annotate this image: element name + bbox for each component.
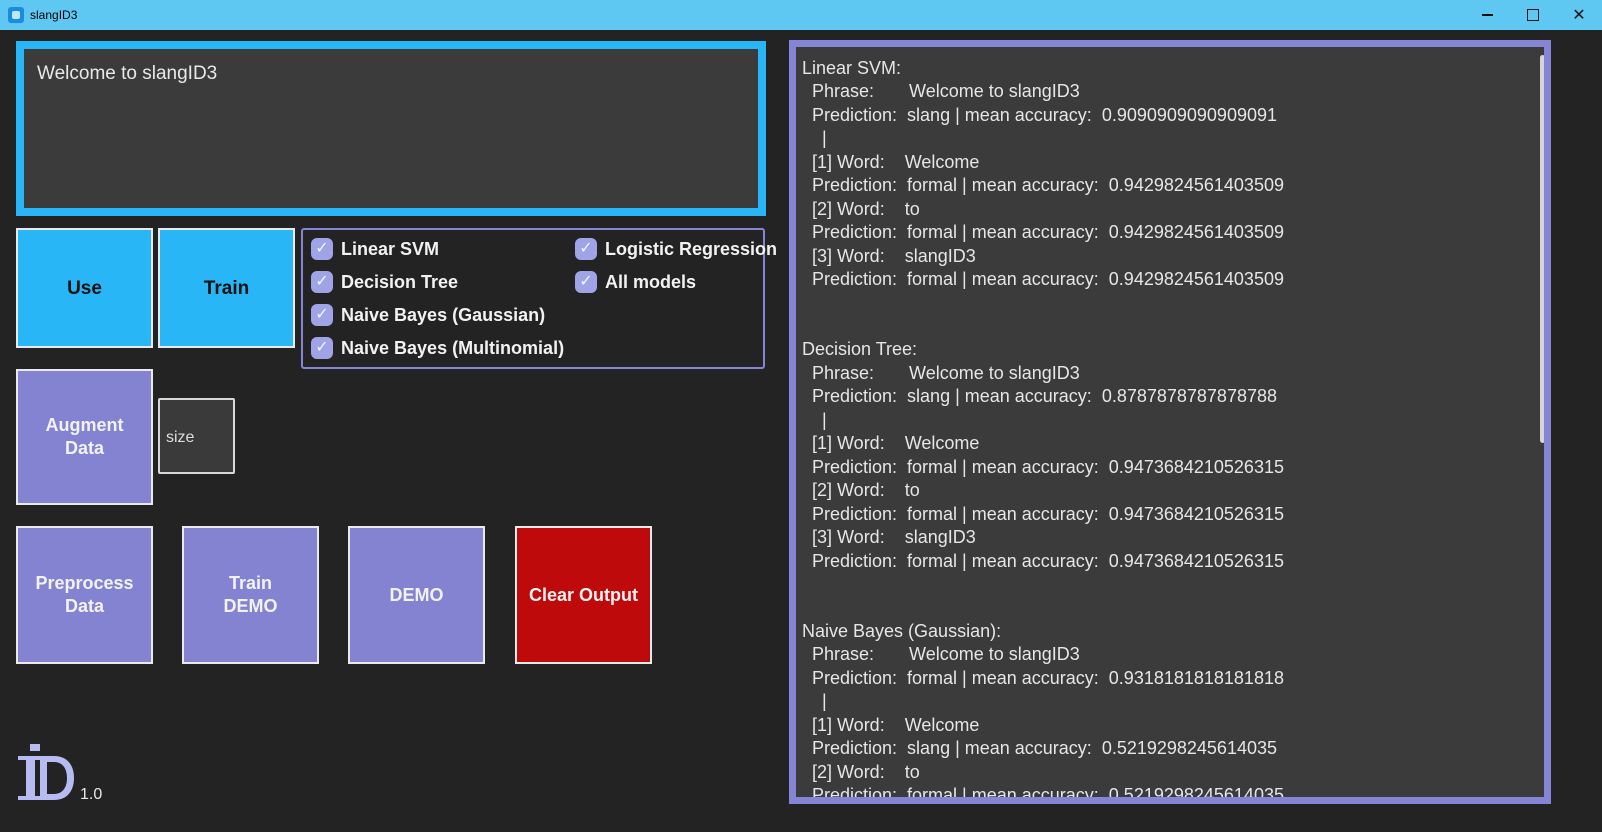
checkbox-naive-bayes-multinomial[interactable]: ✓ Naive Bayes (Multinomial): [311, 337, 564, 359]
checkbox-label: Naive Bayes (Gaussian): [341, 304, 546, 325]
checkbox-label: Naive Bayes (Multinomial): [341, 337, 565, 358]
train-button-label: Train: [203, 277, 250, 299]
preprocess-data-label: Preprocess Data: [35, 573, 134, 616]
output-scrollbar[interactable]: [1540, 55, 1544, 443]
demo-button[interactable]: DEMO: [348, 526, 485, 664]
app-icon: [8, 7, 24, 23]
check-icon: ✓: [311, 337, 333, 359]
checkbox-linear-svm[interactable]: ✓ Linear SVM: [311, 238, 439, 260]
checkbox-logistic-regression[interactable]: ✓ Logistic Regression: [575, 238, 777, 260]
train-demo-button[interactable]: Train DEMO: [182, 526, 319, 664]
clear-output-button[interactable]: Clear Output: [515, 526, 652, 664]
close-icon: ✕: [1572, 7, 1586, 24]
checkbox-decision-tree[interactable]: ✓ Decision Tree: [311, 271, 458, 293]
check-icon: ✓: [311, 238, 333, 260]
phrase-input-text: Welcome to slangID3: [37, 63, 218, 84]
train-demo-label: Train DEMO: [223, 573, 278, 616]
maximize-icon: [1527, 9, 1539, 21]
augment-data-button[interactable]: Augment Data: [16, 369, 153, 505]
size-input-placeholder: size: [166, 429, 195, 446]
train-button[interactable]: Train: [158, 228, 295, 348]
phrase-input[interactable]: Welcome to slangID3: [16, 41, 766, 216]
preprocess-data-button[interactable]: Preprocess Data: [16, 526, 153, 664]
check-icon: ✓: [575, 271, 597, 293]
minimize-button[interactable]: [1464, 0, 1510, 30]
checkbox-label: Decision Tree: [341, 271, 459, 292]
minimize-icon: [1481, 14, 1493, 16]
maximize-button[interactable]: [1510, 0, 1556, 30]
model-selection-panel: ✓ Linear SVM ✓ Decision Tree ✓ Naive Bay…: [301, 228, 777, 369]
check-icon: ✓: [311, 271, 333, 293]
augment-data-label: Augment Data: [45, 415, 124, 458]
output-text: Linear SVM: Phrase: Welcome to slangID3 …: [802, 58, 1284, 804]
check-icon: ✓: [311, 304, 333, 326]
checkbox-label: Logistic Regression: [605, 238, 778, 259]
checkbox-all-models[interactable]: ✓ All models: [575, 271, 696, 293]
checkbox-naive-bayes-gaussian[interactable]: ✓ Naive Bayes (Gaussian): [311, 304, 545, 326]
checkbox-label: All models: [605, 271, 697, 292]
use-button-label: Use: [67, 277, 102, 299]
window-title: slangID3: [30, 8, 78, 22]
check-icon: ✓: [575, 238, 597, 260]
use-button[interactable]: Use: [16, 228, 153, 348]
checkbox-label: Linear SVM: [341, 238, 440, 259]
close-button[interactable]: ✕: [1556, 0, 1602, 30]
logo-icon: [18, 744, 74, 800]
clear-output-label: Clear Output: [528, 584, 638, 605]
demo-button-label: DEMO: [389, 584, 444, 605]
title-bar: slangID3 ✕: [0, 0, 1602, 30]
version-label: 1.0: [80, 786, 103, 803]
size-input[interactable]: size: [158, 398, 235, 474]
output-panel[interactable]: Linear SVM: Phrase: Welcome to slangID3 …: [789, 40, 1551, 804]
